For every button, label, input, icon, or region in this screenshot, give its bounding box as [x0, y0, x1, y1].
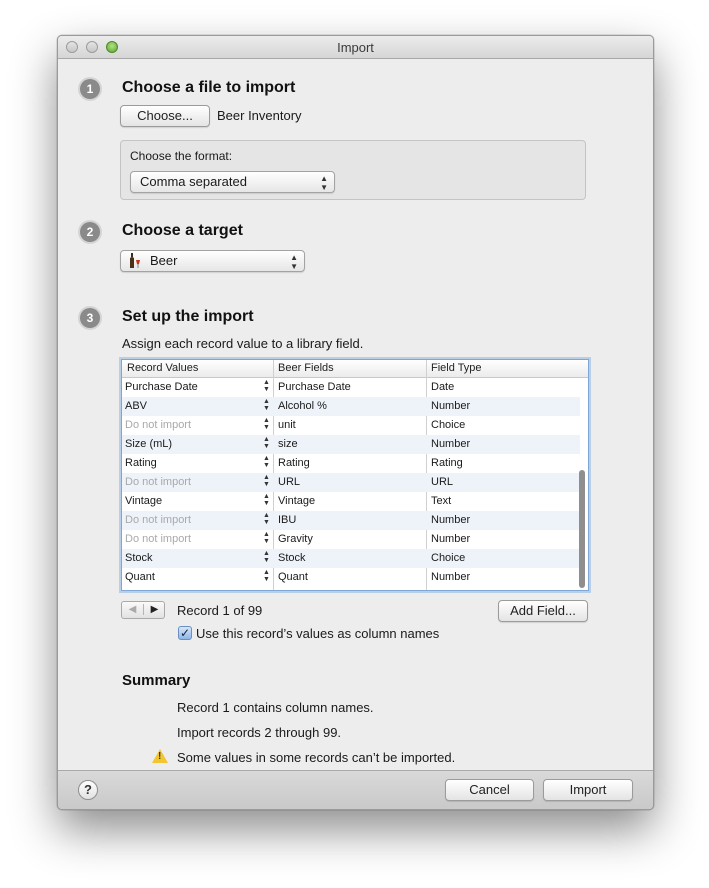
field-type-cell: URL: [431, 476, 454, 488]
record-value-cell[interactable]: ABV: [125, 400, 147, 412]
beer-field-cell: IBU: [278, 514, 297, 526]
record-nav: ◀ ▶: [121, 601, 165, 619]
beer-field-cell: Stock: [278, 552, 306, 564]
mapping-table[interactable]: Record Values Beer Fields Field Type Pur…: [121, 359, 589, 591]
format-label: Choose the format:: [130, 149, 233, 163]
record-value-cell[interactable]: Do not import: [125, 514, 191, 526]
header-record-values[interactable]: Record Values: [127, 362, 198, 374]
table-row[interactable]: Do not import ▲ ▼ unit Choice: [122, 416, 580, 435]
summary-line-1: Record 1 contains column names.: [177, 700, 374, 715]
cancel-button[interactable]: Cancel: [445, 779, 534, 801]
summary-line-2: Import records 2 through 99.: [177, 725, 342, 740]
table-body: Purchase Date ▲ ▼ Purchase Date Date ABV ▲ ▼ Alc…: [122, 378, 588, 590]
summary-warning: Some values in some records can’t be imp…: [177, 750, 456, 765]
record-value-cell[interactable]: Do not import: [125, 533, 191, 545]
record-value-stepper-icon[interactable]: ▲ ▼: [263, 493, 270, 507]
warning-icon: !: [152, 749, 168, 763]
table-row[interactable]: Do not import ▲ ▼ Gravity Number: [122, 530, 580, 549]
record-value-cell[interactable]: Do not import: [125, 419, 191, 431]
table-row[interactable]: ABV ▲ ▼ Alcohol % Number: [122, 397, 580, 416]
table-row[interactable]: Stock ▲ ▼ Stock Choice: [122, 549, 580, 568]
step-3-title: Set up the import: [122, 308, 254, 325]
format-value: Comma separated: [140, 174, 247, 189]
beer-field-cell: Purchase Date: [278, 381, 351, 393]
record-value-cell[interactable]: Size (mL): [125, 438, 172, 450]
help-button[interactable]: ?: [78, 780, 98, 800]
table-row[interactable]: Quant ▲ ▼ Quant Number: [122, 568, 580, 587]
beer-field-cell: Gravity: [278, 533, 313, 545]
beer-field-cell: URL: [278, 476, 301, 488]
beer-field-cell: Rating: [278, 457, 310, 469]
step-1-title: Choose a file to import: [122, 79, 296, 96]
beer-field-cell: Quant: [278, 571, 308, 583]
selected-file-name: Beer Inventory: [217, 108, 302, 123]
record-value-stepper-icon[interactable]: ▲ ▼: [263, 436, 270, 450]
record-value-cell[interactable]: Quant: [125, 571, 155, 583]
step-3-badge: 3: [80, 308, 100, 328]
record-value-stepper-icon[interactable]: ▲ ▼: [263, 569, 270, 583]
table-row[interactable]: Do not import ▲ ▼ IBU Number: [122, 511, 580, 530]
record-value-cell[interactable]: Vintage: [125, 495, 162, 507]
record-value-stepper-icon[interactable]: ▲ ▼: [263, 550, 270, 564]
import-instruction: Assign each record value to a library fi…: [122, 336, 364, 351]
header-field-type[interactable]: Field Type: [431, 362, 482, 374]
bottom-bar: ? Cancel Import: [58, 770, 653, 809]
record-value-stepper-icon[interactable]: ▲ ▼: [263, 512, 270, 526]
field-type-cell: Rating: [431, 457, 463, 469]
record-value-stepper-icon[interactable]: ▲ ▼: [263, 398, 270, 412]
import-button[interactable]: Import: [543, 779, 633, 801]
table-header: Record Values Beer Fields Field Type: [122, 360, 588, 378]
beer-field-cell: Alcohol %: [278, 400, 327, 412]
table-row[interactable]: Purchase Date ▲ ▼ Purchase Date Date: [122, 378, 580, 397]
format-box: Choose the format: Comma separated ▲ ▼: [120, 140, 586, 200]
record-value-cell[interactable]: Rating: [125, 457, 157, 469]
record-value-cell[interactable]: Purchase Date: [125, 381, 198, 393]
format-popup[interactable]: Comma separated ▲ ▼: [130, 171, 335, 193]
table-scrollbar[interactable]: [579, 470, 585, 588]
record-value-cell[interactable]: Do not import: [125, 476, 191, 488]
record-value-cell[interactable]: Stock: [125, 552, 153, 564]
use-column-names-label: Use this record’s values as column names: [196, 626, 440, 641]
target-value: Beer: [150, 253, 178, 268]
field-type-cell: Number: [431, 400, 471, 412]
field-type-cell: Number: [431, 514, 471, 526]
use-column-names-checkbox[interactable]: ✓: [178, 626, 192, 640]
table-row[interactable]: Do not import ▲ ▼ URL URL: [122, 473, 580, 492]
beer-field-cell: unit: [278, 419, 296, 431]
field-type-cell: Number: [431, 533, 471, 545]
beer-field-cell: Vintage: [278, 495, 316, 507]
beer-field-cell: size: [278, 438, 298, 450]
add-field-button[interactable]: Add Field...: [498, 600, 588, 622]
field-type-cell: Date: [431, 381, 455, 393]
field-type-cell: Number: [431, 438, 471, 450]
step-2-title: Choose a target: [122, 222, 243, 239]
window-title: Import: [337, 40, 374, 55]
step-2-badge: 2: [80, 222, 100, 242]
record-value-stepper-icon[interactable]: ▲ ▼: [263, 417, 270, 431]
beer-bottle-icon: [129, 253, 141, 269]
field-type-cell: Text: [431, 495, 452, 507]
summary-title: Summary: [122, 672, 191, 689]
popup-arrows-icon: ▲ ▼: [320, 174, 328, 192]
field-type-cell: Choice: [431, 552, 466, 564]
table-row[interactable]: Vintage ▲ ▼ Vintage Text: [122, 492, 580, 511]
record-status: Record 1 of 99: [177, 603, 263, 618]
record-value-stepper-icon[interactable]: ▲ ▼: [263, 455, 270, 469]
target-popup[interactable]: Beer ▲ ▼: [120, 250, 305, 272]
next-record-button[interactable]: ▶: [144, 604, 165, 615]
header-beer-fields[interactable]: Beer Fields: [278, 362, 334, 374]
record-value-stepper-icon[interactable]: ▲ ▼: [263, 379, 270, 393]
previous-record-button[interactable]: ◀: [122, 604, 144, 615]
title-bar: Import: [58, 36, 653, 59]
field-type-cell: Number: [431, 571, 471, 583]
table-row[interactable]: Rating ▲ ▼ Rating Rating: [122, 454, 580, 473]
step-1-badge: 1: [80, 79, 100, 99]
choose-file-button[interactable]: Choose...: [120, 105, 210, 127]
import-window: Import 1 Choose a file to import Choose.…: [57, 35, 654, 810]
table-row[interactable]: Size (mL) ▲ ▼ size Number: [122, 435, 580, 454]
popup-arrows-icon: ▲ ▼: [290, 253, 298, 271]
field-type-cell: Choice: [431, 419, 466, 431]
record-value-stepper-icon[interactable]: ▲ ▼: [263, 531, 270, 545]
record-value-stepper-icon[interactable]: ▲ ▼: [263, 474, 270, 488]
